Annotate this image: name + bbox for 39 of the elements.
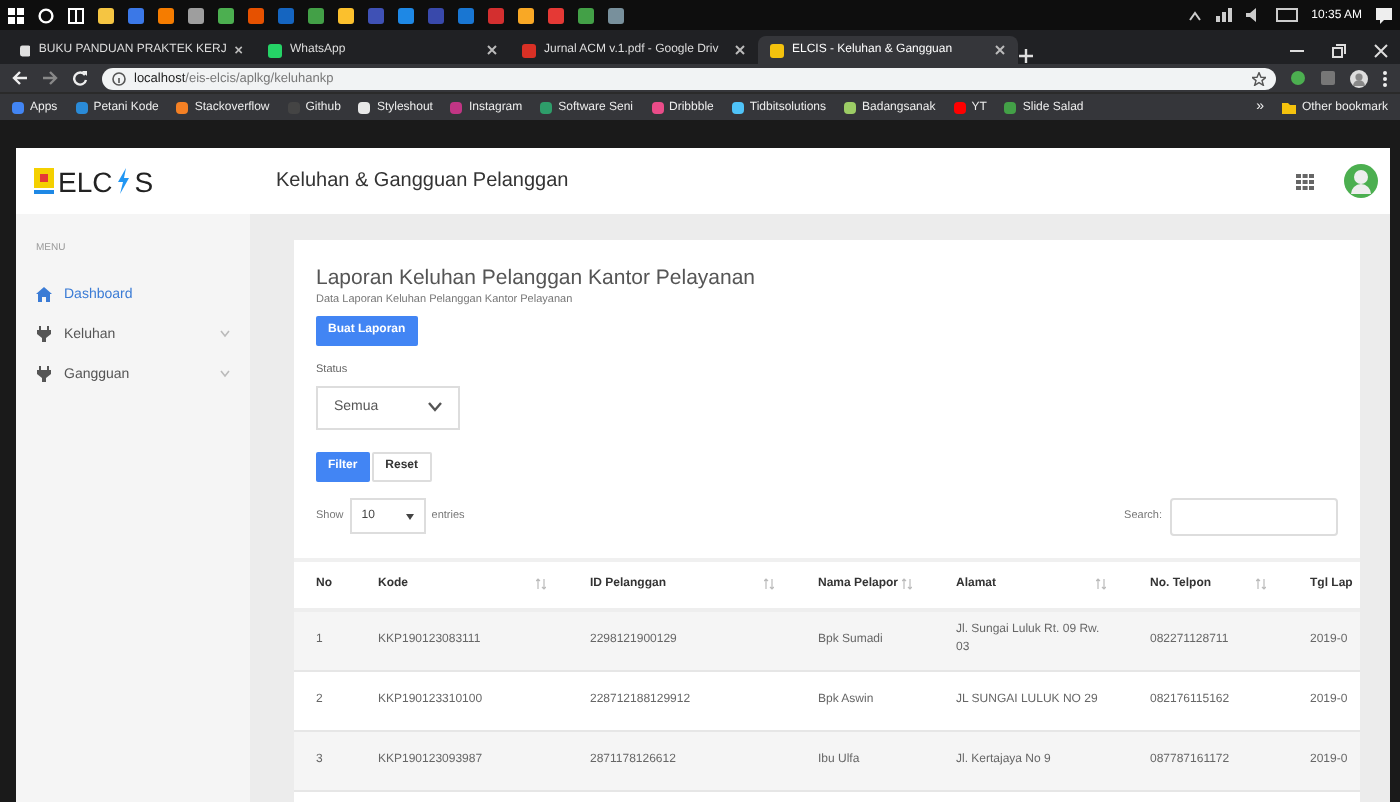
- home-icon: [36, 286, 52, 302]
- speaker-icon[interactable]: [1245, 8, 1262, 22]
- logo-icon: [34, 168, 54, 194]
- info-icon[interactable]: [112, 71, 126, 85]
- network-icon[interactable]: [1215, 8, 1232, 22]
- notification-icon[interactable]: [1376, 7, 1392, 23]
- close-icon[interactable]: [234, 44, 244, 56]
- close-icon[interactable]: [994, 44, 1006, 56]
- plug-icon: [36, 366, 52, 382]
- page-title: Keluhan & Gangguan Pelanggan: [276, 170, 569, 192]
- plug-icon: [36, 326, 52, 342]
- star-icon[interactable]: [1252, 71, 1266, 85]
- card-title: Laporan Keluhan Pelanggan Kantor Pelayanan: [316, 266, 758, 290]
- menu-dots-icon[interactable]: [1382, 69, 1388, 87]
- user-avatar[interactable]: [1344, 164, 1378, 198]
- chevron-down-icon: [428, 402, 442, 412]
- brand-name: S: [134, 165, 154, 197]
- restore-icon[interactable]: [1332, 43, 1346, 57]
- reload-icon[interactable]: [72, 70, 88, 86]
- task-view-icon[interactable]: [68, 7, 84, 23]
- caret-icon: [405, 513, 414, 519]
- brand-name: ELC: [58, 165, 113, 197]
- close-icon[interactable]: [734, 44, 746, 56]
- plus-icon[interactable]: [1018, 48, 1034, 64]
- chevron-down-icon: [220, 370, 230, 378]
- avatar-icon[interactable]: [1350, 69, 1368, 87]
- grid-menu-icon[interactable]: [1296, 173, 1314, 189]
- keyboard-icon[interactable]: [1275, 8, 1298, 22]
- chevron-up-icon[interactable]: [1187, 9, 1202, 21]
- back-arrow-icon[interactable]: [12, 70, 28, 86]
- search-icon[interactable]: [38, 7, 54, 23]
- windows-logo-icon[interactable]: [8, 7, 24, 23]
- search-field[interactable]: [1170, 497, 1338, 535]
- close-icon[interactable]: [486, 44, 498, 56]
- lightning-bolt-icon: [116, 168, 131, 194]
- forward-arrow-icon[interactable]: [42, 70, 58, 86]
- folder-icon: [1281, 101, 1296, 113]
- chevron-down-icon: [220, 330, 230, 338]
- close-icon[interactable]: [1374, 43, 1388, 57]
